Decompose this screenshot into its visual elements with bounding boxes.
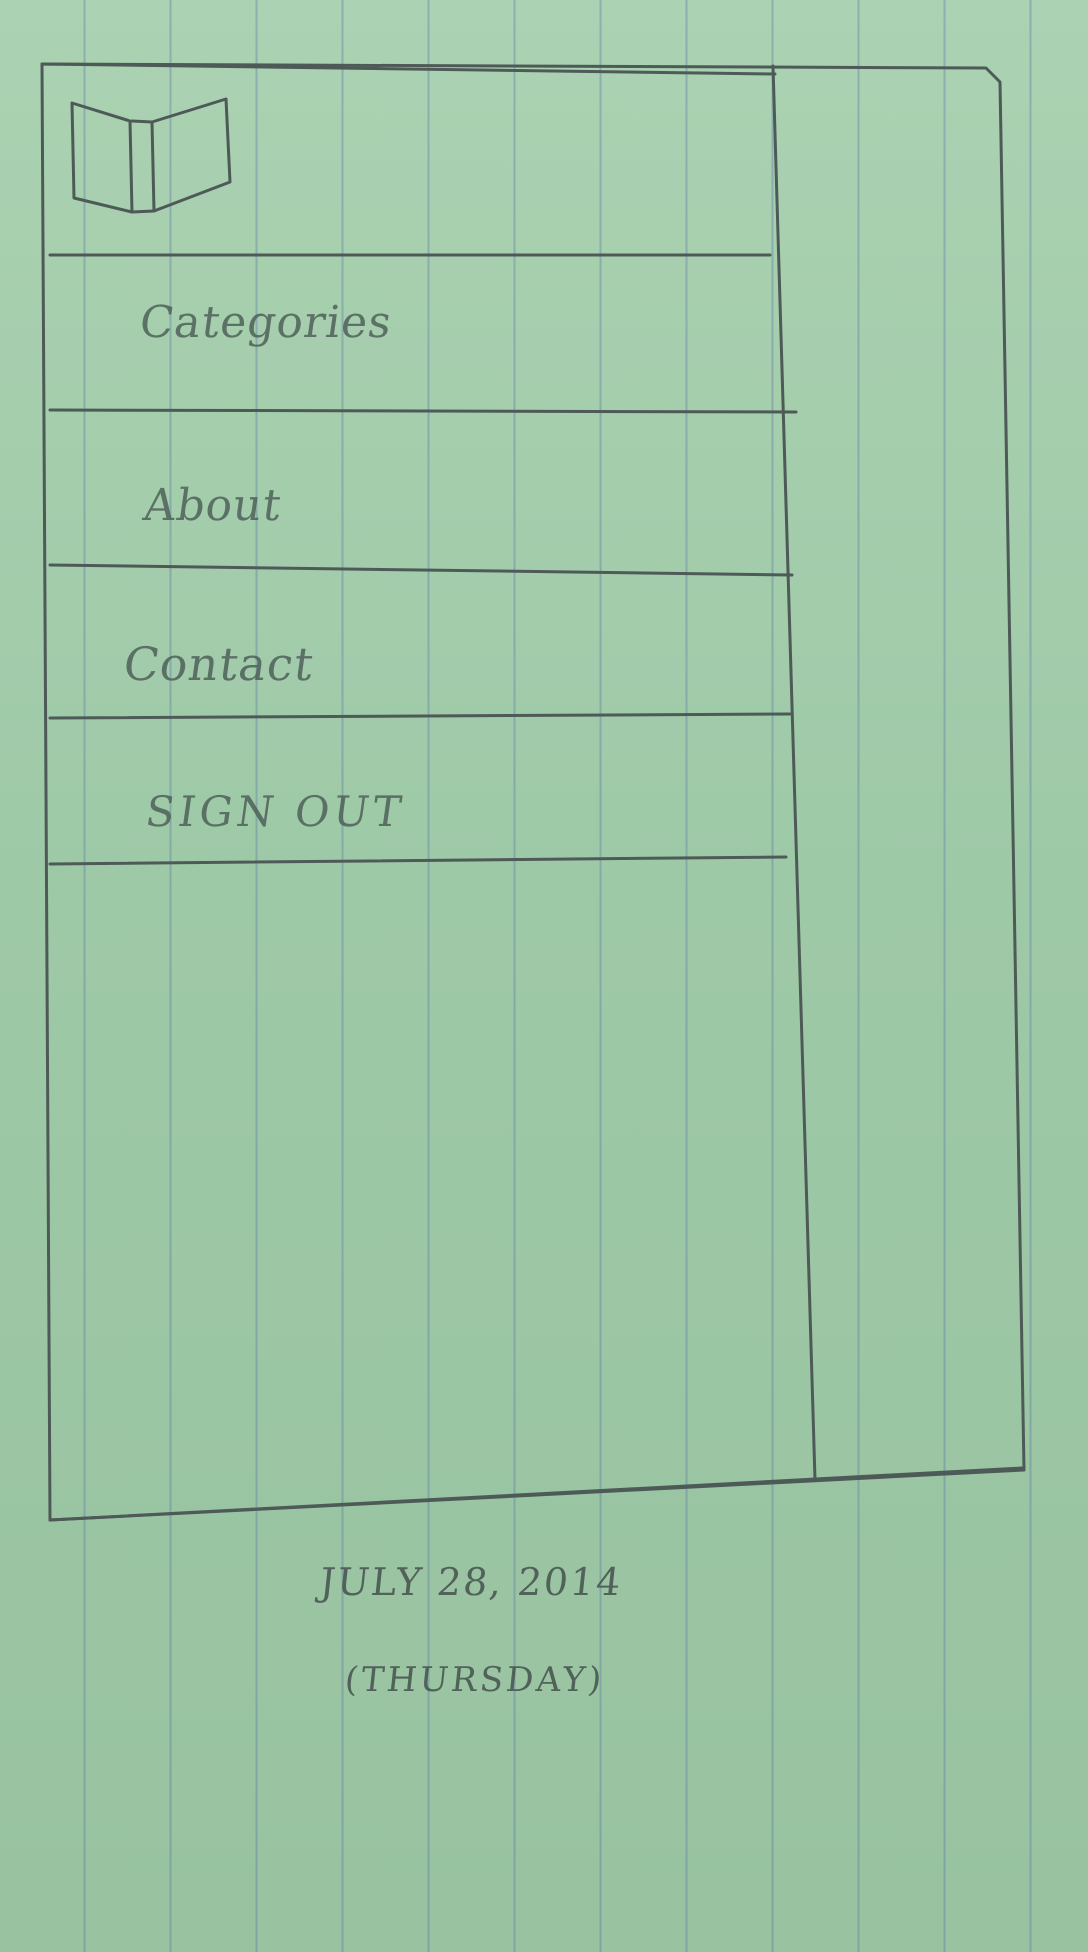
menu-item-label-sign-out: SIGN OUT (142, 787, 409, 836)
menu-item-label-categories: Categories (136, 297, 396, 348)
sketch-weekday-note: (THURSDAY) (342, 1660, 607, 1700)
menu-item-categories[interactable]: Categories (50, 255, 790, 405)
menu-item-label-contact: Contact (120, 637, 318, 691)
menu-item-sign-out[interactable]: SIGN OUT (50, 715, 790, 865)
sketch-date-note: JULY 28, 2014 (317, 1560, 625, 1604)
menu-item-about[interactable]: About (50, 410, 790, 560)
menu-item-label-about: About (140, 480, 286, 531)
menu-item-contact[interactable]: Contact (50, 565, 790, 715)
